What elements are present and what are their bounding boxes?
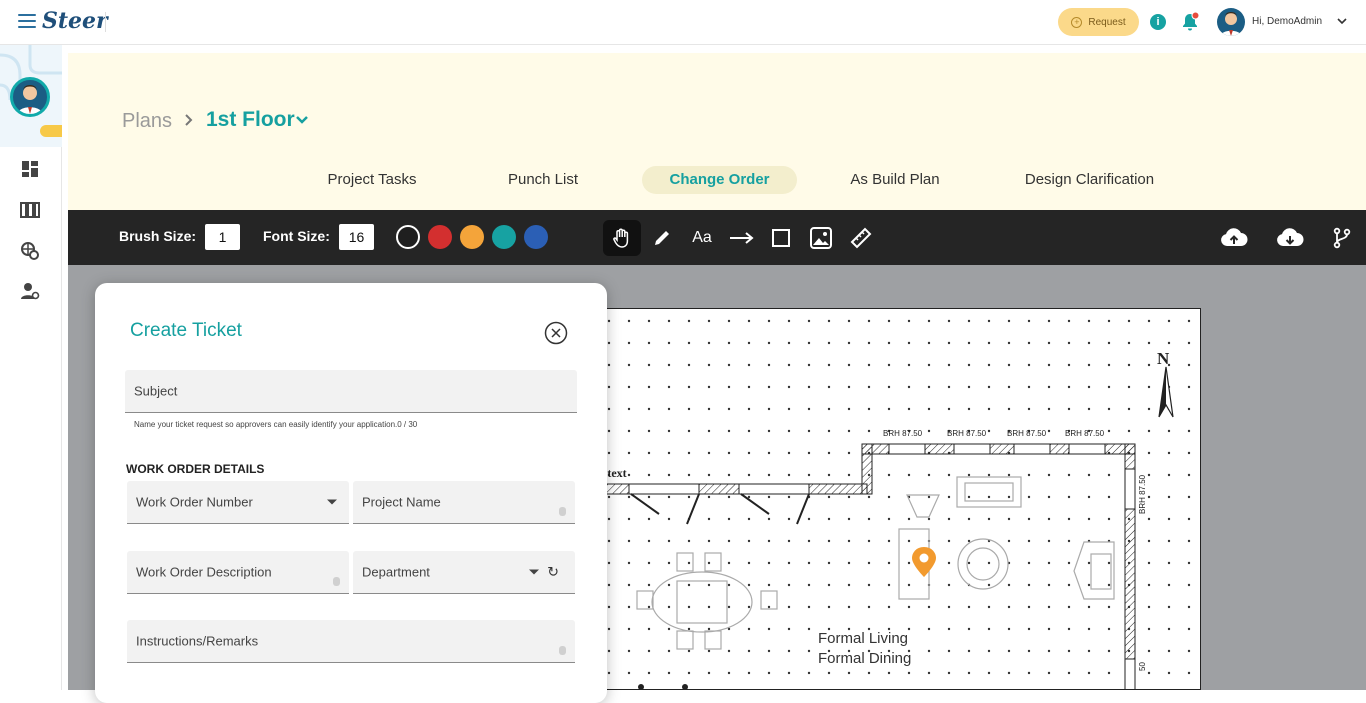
work-order-description-label: Work Order Description bbox=[136, 565, 272, 580]
settings-globe-icon[interactable] bbox=[20, 241, 40, 261]
modal-title: Create Ticket bbox=[130, 320, 242, 342]
cloud-upload-icon bbox=[1220, 227, 1248, 249]
font-size-input[interactable]: 16 bbox=[339, 224, 374, 250]
chevron-down-icon[interactable] bbox=[1336, 15, 1348, 27]
hand-icon bbox=[611, 227, 633, 249]
department-label: Department bbox=[362, 565, 430, 580]
rectangle-tool[interactable] bbox=[762, 220, 800, 256]
subject-field[interactable]: Subject bbox=[125, 370, 577, 413]
ruler-icon bbox=[850, 227, 872, 249]
plan-side-label: BRH 87.50 bbox=[1138, 474, 1147, 514]
plan-brh-label: BRH 87.50 bbox=[883, 429, 923, 438]
subject-hint: Name your ticket request so approvers ca… bbox=[134, 420, 417, 429]
brush-size-input[interactable]: 1 bbox=[205, 224, 240, 250]
department-select[interactable]: Department ↻ bbox=[353, 551, 575, 594]
upload-button[interactable] bbox=[1215, 220, 1253, 256]
cloud-download-icon bbox=[1276, 227, 1304, 249]
work-order-number-label: Work Order Number bbox=[136, 495, 253, 510]
project-name-label: Project Name bbox=[362, 495, 441, 510]
color-orange-swatch[interactable] bbox=[460, 225, 484, 249]
floor-plan-drawing: e text BRH 87.50 BRH 87.50 BRH 87.50 BRH… bbox=[599, 309, 1201, 690]
plan-brh-label: BRH 87.50 bbox=[1065, 429, 1105, 438]
instructions-label: Instructions/Remarks bbox=[136, 634, 258, 649]
divider bbox=[105, 12, 106, 32]
resize-handle-icon bbox=[559, 507, 566, 516]
plus-circle-icon: + bbox=[1071, 17, 1082, 28]
user-settings-icon[interactable] bbox=[20, 281, 40, 301]
menu-icon[interactable] bbox=[18, 14, 36, 28]
image-tool[interactable] bbox=[802, 220, 840, 256]
request-button[interactable]: + Request bbox=[1058, 8, 1139, 36]
work-order-description-field[interactable]: Work Order Description bbox=[127, 551, 349, 594]
work-order-section-title: WORK ORDER DETAILS bbox=[126, 462, 264, 476]
tab-design-clarification[interactable]: Design Clarification bbox=[1010, 166, 1169, 194]
download-button[interactable] bbox=[1271, 220, 1309, 256]
dropdown-arrow-icon bbox=[327, 500, 337, 505]
info-icon[interactable]: i bbox=[1150, 14, 1166, 30]
resize-handle-icon bbox=[333, 577, 340, 586]
project-name-field[interactable]: Project Name bbox=[353, 481, 575, 524]
breadcrumb-plans[interactable]: Plans bbox=[122, 110, 172, 133]
room-label-formal-dining: Formal Dining bbox=[818, 650, 911, 667]
color-red-swatch[interactable] bbox=[428, 225, 452, 249]
work-order-number-select[interactable]: Work Order Number bbox=[127, 481, 349, 524]
text-tool-label: Aa bbox=[692, 229, 712, 247]
square-icon bbox=[771, 228, 791, 248]
dropdown-arrow-icon bbox=[529, 570, 539, 575]
drawing-toolbar: Brush Size: 1 Font Size: 16 Aa bbox=[68, 210, 1366, 265]
request-label: Request bbox=[1088, 17, 1125, 28]
arrow-tool[interactable] bbox=[723, 220, 761, 256]
version-branch-button[interactable] bbox=[1323, 220, 1361, 256]
image-icon bbox=[810, 227, 832, 249]
top-bar: Steer + Request i Hi, DemoAdmin bbox=[0, 0, 1366, 45]
close-icon[interactable] bbox=[544, 321, 568, 345]
refresh-icon[interactable]: ↻ bbox=[547, 564, 559, 581]
notification-bell-icon[interactable] bbox=[1180, 11, 1200, 33]
user-greeting[interactable]: Hi, DemoAdmin bbox=[1252, 16, 1322, 27]
plan-brh-label: BRH 87.50 bbox=[947, 429, 987, 438]
arrow-right-icon bbox=[729, 231, 755, 245]
chevron-right-icon bbox=[181, 110, 197, 130]
hand-tool[interactable] bbox=[603, 220, 641, 256]
avatar[interactable] bbox=[1217, 8, 1245, 36]
chevron-down-icon[interactable] bbox=[294, 113, 310, 127]
tab-punch-list[interactable]: Punch List bbox=[494, 166, 592, 194]
accent-tab bbox=[40, 125, 62, 137]
sidebar-header bbox=[0, 45, 62, 147]
breadcrumb-current[interactable]: 1st Floor bbox=[206, 108, 295, 132]
resize-handle-icon bbox=[559, 646, 566, 655]
tab-project-tasks[interactable]: Project Tasks bbox=[312, 166, 432, 194]
plan-brh-label: BRH 87.50 bbox=[1007, 429, 1047, 438]
brush-size-label: Brush Size: bbox=[119, 228, 196, 244]
plan-side-label-2: 50 bbox=[1138, 662, 1147, 671]
instructions-field[interactable]: Instructions/Remarks bbox=[127, 620, 575, 663]
floor-plan[interactable]: e text BRH 87.50 BRH 87.50 BRH 87.50 BRH… bbox=[598, 308, 1201, 690]
profile-avatar[interactable] bbox=[10, 77, 50, 117]
text-tool[interactable]: Aa bbox=[683, 220, 721, 256]
color-black-swatch[interactable] bbox=[396, 225, 420, 249]
north-label: N bbox=[1157, 349, 1170, 368]
git-branch-icon bbox=[1332, 227, 1352, 249]
plans-icon[interactable] bbox=[20, 200, 40, 220]
color-teal-swatch[interactable] bbox=[492, 225, 516, 249]
dashboard-icon[interactable] bbox=[20, 159, 40, 179]
room-label-formal-living: Formal Living bbox=[818, 630, 908, 647]
subject-label: Subject bbox=[134, 384, 177, 399]
font-size-label: Font Size: bbox=[263, 228, 330, 244]
measure-tool[interactable] bbox=[842, 220, 880, 256]
tab-change-order[interactable]: Change Order bbox=[642, 166, 797, 194]
color-blue-swatch[interactable] bbox=[524, 225, 548, 249]
sidebar bbox=[0, 45, 62, 690]
tab-as-build-plan[interactable]: As Build Plan bbox=[838, 166, 952, 194]
app-logo[interactable]: Steer bbox=[42, 8, 108, 34]
pencil-tool[interactable] bbox=[643, 220, 681, 256]
pencil-icon bbox=[652, 228, 672, 248]
